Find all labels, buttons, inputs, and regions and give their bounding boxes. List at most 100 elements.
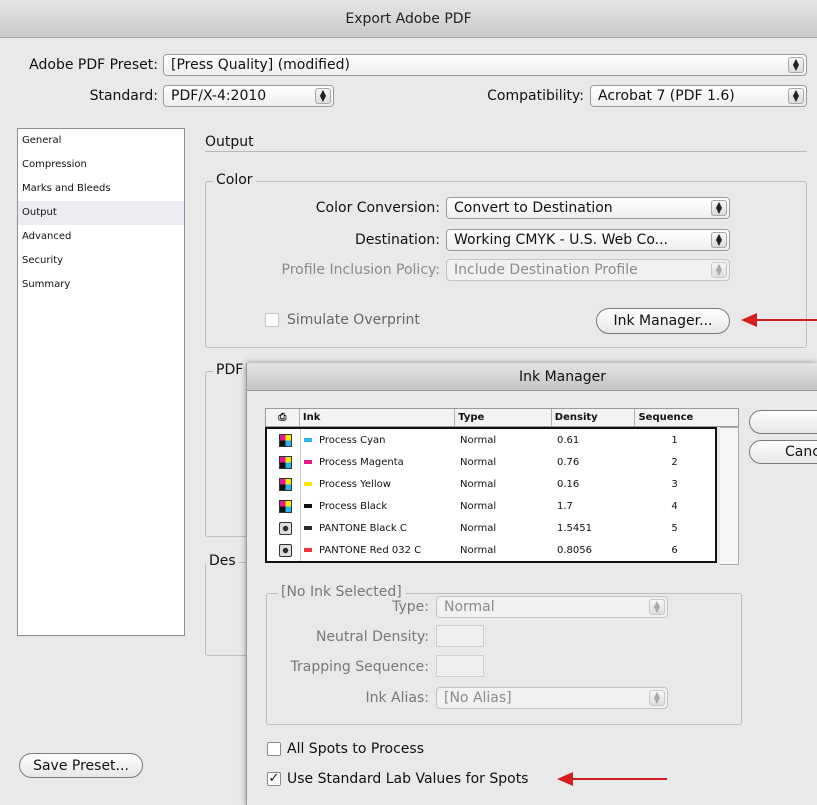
ink-swatch-icon <box>304 481 312 486</box>
sidebar-item-summary[interactable]: Summary <box>18 273 184 297</box>
col-density[interactable]: Density <box>552 409 636 426</box>
ink-name-cell: Process Yellow <box>301 479 457 490</box>
ink-swatch-icon <box>304 437 312 442</box>
standard-label: Standard: <box>89 88 158 104</box>
print-toggle[interactable] <box>267 451 301 473</box>
ink-sequence-cell: 6 <box>671 544 678 556</box>
color-conversion-label: Color Conversion: <box>315 200 440 216</box>
ink-table: ⎙ Ink Type Density Sequence Process Cyan… <box>265 408 739 565</box>
cancel-button[interactable]: Canc <box>749 440 817 464</box>
standard-select[interactable]: PDF/X-4:2010 ▲ ▼ <box>163 85 334 107</box>
table-row[interactable]: PANTONE Red 032 C Normal 0.8056 6 <box>267 539 715 561</box>
select-arrows-icon: ▲ ▼ <box>788 88 804 104</box>
table-row[interactable]: Process Black Normal 1.7 4 <box>267 495 715 517</box>
ink-table-scrollbar[interactable] <box>720 427 739 565</box>
trapping-sequence-field <box>436 655 484 677</box>
table-row[interactable]: Process Magenta Normal 0.76 2 <box>267 451 715 473</box>
select-arrows-icon: ▲ ▼ <box>711 232 727 248</box>
ink-table-header: ⎙ Ink Type Density Sequence <box>265 408 739 427</box>
sidebar-item-output[interactable]: Output <box>18 201 184 225</box>
ink-manager-button[interactable]: Ink Manager... <box>596 308 730 334</box>
ink-manager-titlebar: Ink Manager <box>247 363 817 391</box>
ink-name: Process Cyan <box>319 434 386 446</box>
all-spots-checkbox[interactable] <box>267 742 281 756</box>
ink-density-cell: 1.5451 <box>557 522 592 534</box>
compat-label: Compatibility: <box>487 88 584 104</box>
ink-manager-title: Ink Manager <box>519 368 606 385</box>
col-ink[interactable]: Ink <box>300 409 456 426</box>
ink-swatch-icon <box>304 459 312 464</box>
save-preset-button[interactable]: Save Preset... <box>19 753 143 778</box>
print-toggle[interactable] <box>267 539 301 561</box>
ink-name-cell: Process Cyan <box>301 435 457 446</box>
color-conversion-select[interactable]: Convert to Destination ▲ ▼ <box>446 197 730 219</box>
panel-heading: Output <box>205 134 254 150</box>
ink-type-label: Type: <box>392 599 429 615</box>
ink-type-cell: Normal <box>460 478 497 490</box>
all-spots-label: All Spots to Process <box>287 741 424 757</box>
spot-ink-icon <box>278 543 292 557</box>
pdfx-legend: PDF <box>213 362 247 378</box>
ink-swatch-icon <box>304 547 312 552</box>
col-sequence[interactable]: Sequence <box>635 409 738 426</box>
destination-select[interactable]: Working CMYK - U.S. Web Co... ▲ ▼ <box>446 229 730 251</box>
ink-name: Process Yellow <box>319 478 391 490</box>
use-lab-values-checkbox[interactable]: ✓ <box>267 772 281 786</box>
ink-name-cell: Process Black <box>301 501 457 512</box>
ink-name-cell: PANTONE Black C <box>301 523 457 534</box>
print-toggle[interactable] <box>267 495 301 517</box>
standard-value: PDF/X-4:2010 <box>171 88 267 104</box>
ink-sequence-cell: 4 <box>671 500 678 512</box>
ink-density-cell: 1.7 <box>557 500 573 512</box>
preset-select[interactable]: [Press Quality] (modified) ▲ ▼ <box>163 54 807 76</box>
print-toggle[interactable] <box>267 517 301 539</box>
print-toggle[interactable] <box>267 429 301 451</box>
table-row[interactable]: Process Yellow Normal 0.16 3 <box>267 473 715 495</box>
profile-inclusion-label: Profile Inclusion Policy: <box>281 262 440 278</box>
window-titlebar: Export Adobe PDF <box>0 0 817 38</box>
sidebar-item-marks-and-bleeds[interactable]: Marks and Bleeds <box>18 177 184 201</box>
ink-density-cell: 0.8056 <box>557 544 592 556</box>
ink-name: Process Black <box>319 500 388 512</box>
neutral-density-field <box>436 625 484 647</box>
col-type[interactable]: Type <box>455 409 552 426</box>
ink-table-body: Process Cyan Normal 0.61 1 Process Magenta No… <box>265 427 717 563</box>
sidebar-item-compression[interactable]: Compression <box>18 153 184 177</box>
sidebar-item-security[interactable]: Security <box>18 249 184 273</box>
category-sidebar: General Compression Marks and Bleeds Out… <box>17 128 185 636</box>
ink-alias-value: [No Alias] <box>444 690 512 706</box>
select-arrows-icon: ▲ ▼ <box>649 599 665 615</box>
ok-button[interactable]: OK <box>749 410 817 434</box>
cancel-label: Canc <box>785 444 817 460</box>
window-title: Export Adobe PDF <box>345 10 472 27</box>
neutral-density-label: Neutral Density: <box>315 629 429 645</box>
color-conversion-value: Convert to Destination <box>454 200 613 216</box>
table-row[interactable]: PANTONE Black C Normal 1.5451 5 <box>267 517 715 539</box>
table-row[interactable]: Process Cyan Normal 0.61 1 <box>267 429 715 451</box>
process-ink-icon <box>278 499 292 513</box>
ink-type-cell: Normal <box>460 434 497 446</box>
simulate-overprint-checkbox[interactable] <box>265 313 279 327</box>
no-ink-legend: [No Ink Selected] <box>278 584 405 600</box>
trapping-sequence-label: Trapping Sequence: <box>290 659 429 675</box>
compat-select[interactable]: Acrobat 7 (PDF 1.6) ▲ ▼ <box>590 85 807 107</box>
ink-density-cell: 0.76 <box>557 456 580 468</box>
ink-type-select: Normal ▲ ▼ <box>436 596 668 618</box>
heading-divider <box>205 151 807 152</box>
ink-manager-dialog: Ink Manager OK Canc ⎙ Ink Type Density S… <box>246 363 817 805</box>
checkmark-icon: ✓ <box>268 771 280 786</box>
ink-name: PANTONE Black C <box>319 522 407 534</box>
ink-density-cell: 0.16 <box>557 478 580 490</box>
ink-type-cell: Normal <box>460 544 497 556</box>
ink-name-cell: Process Magenta <box>301 457 457 468</box>
sidebar-item-general[interactable]: General <box>18 129 184 153</box>
sidebar-item-advanced[interactable]: Advanced <box>18 225 184 249</box>
simulate-overprint-label: Simulate Overprint <box>287 312 420 328</box>
select-arrows-icon: ▲ ▼ <box>711 262 727 278</box>
select-arrows-icon: ▲ ▼ <box>315 88 331 104</box>
ink-type-cell: Normal <box>460 500 497 512</box>
ink-swatch-icon <box>304 503 312 508</box>
print-toggle[interactable] <box>267 473 301 495</box>
ink-sequence-cell: 2 <box>671 456 678 468</box>
color-legend: Color <box>213 172 256 188</box>
